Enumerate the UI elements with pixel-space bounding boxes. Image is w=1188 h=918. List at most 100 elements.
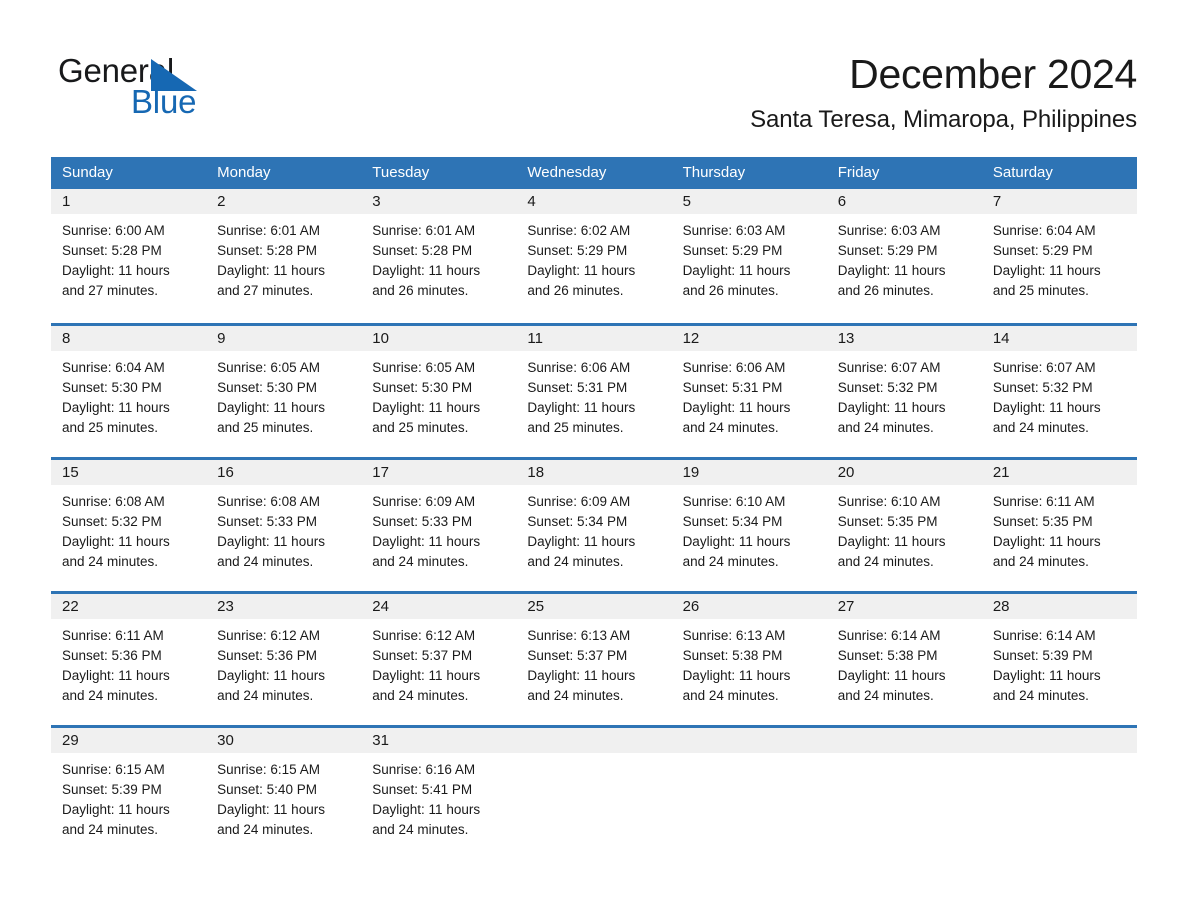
day-number: 9 (217, 330, 226, 347)
day-cell[interactable]: 10 Sunrise: 6:05 AM Sunset: 5:30 PM Dayligh… (361, 326, 517, 445)
day-cell[interactable]: 20 Sunrise: 6:10 AM Sunset: 5:35 PM Dayligh… (826, 460, 982, 579)
day-cell[interactable]: 7 Sunrise: 6:04 AM Sunset: 5:29 PM Daylight… (981, 189, 1137, 311)
calendar-grid: Sunday Monday Tuesday Wednesday Thursday… (51, 157, 1137, 847)
day-cell[interactable]: 27 Sunrise: 6:14 AM Sunset: 5:38 PM Dayligh… (826, 594, 982, 713)
sunset-text: Sunset: 5:38 PM (682, 648, 783, 663)
day-cell[interactable]: 5 Sunrise: 6:03 AM Sunset: 5:29 PM Daylight… (671, 189, 827, 311)
sunrise-text: Sunrise: 6:01 AM (372, 223, 476, 238)
day-number-band: 4 (516, 189, 672, 214)
day-cell[interactable]: 13 Sunrise: 6:07 AM Sunset: 5:32 PM Dayligh… (826, 326, 982, 445)
day-number: 15 (62, 464, 79, 481)
sunset-text: Sunset: 5:28 PM (372, 243, 473, 258)
day-cell[interactable]: 31 Sunrise: 6:16 AM Sunset: 5:41 PM Dayligh… (361, 728, 517, 847)
day-number-band (671, 728, 827, 753)
daylight-text: Daylight: 11 hours and 24 minutes. (372, 534, 481, 569)
day-cell[interactable]: 2 Sunrise: 6:01 AM Sunset: 5:28 PM Daylight… (206, 189, 362, 311)
day-number: 5 (682, 193, 691, 210)
day-number: 13 (837, 330, 855, 347)
weekday-header-tuesday: Tuesday (372, 164, 430, 181)
day-cell[interactable]: 30 Sunrise: 6:15 AM Sunset: 5:40 PM Dayligh… (206, 728, 362, 847)
daylight-text: Daylight: 11 hours and 24 minutes. (217, 668, 325, 703)
day-details: Sunrise: 6:15 AM Sunset: 5:40 PM Daylight:… (206, 753, 361, 840)
sunrise-text: Sunrise: 6:09 AM (372, 494, 476, 509)
daylight-text: Daylight: 11 hours and 24 minutes. (217, 802, 325, 837)
day-details: Sunrise: 6:08 AM Sunset: 5:33 PM Daylight:… (206, 485, 361, 572)
sunrise-text: Sunrise: 6:05 AM (217, 360, 320, 375)
sunset-text: Sunset: 5:29 PM (992, 243, 1093, 258)
logo-text-blue: Blue (131, 83, 197, 120)
day-cell[interactable]: 18 Sunrise: 6:09 AM Sunset: 5:34 PM Dayligh… (516, 460, 672, 579)
day-cell[interactable]: 11 Sunrise: 6:06 AM Sunset: 5:31 PM Dayligh… (516, 326, 672, 445)
day-cell[interactable]: 26 Sunrise: 6:13 AM Sunset: 5:38 PM Dayligh… (671, 594, 827, 713)
daylight-text: Daylight: 11 hours and 24 minutes. (992, 668, 1101, 703)
day-cell[interactable]: 24 Sunrise: 6:12 AM Sunset: 5:37 PM Dayligh… (361, 594, 517, 713)
day-number: 25 (527, 598, 545, 615)
daylight-text: Daylight: 11 hours and 24 minutes. (682, 400, 791, 435)
sunrise-text: Sunrise: 6:01 AM (217, 223, 320, 238)
day-cell[interactable]: 28 Sunrise: 6:14 AM Sunset: 5:39 PM Dayligh… (981, 594, 1137, 713)
day-cell[interactable]: 25 Sunrise: 6:13 AM Sunset: 5:37 PM Dayligh… (516, 594, 672, 713)
day-cell[interactable]: 3 Sunrise: 6:01 AM Sunset: 5:28 PM Daylight… (361, 189, 517, 311)
day-number-band: 22 (51, 594, 207, 619)
day-cell[interactable]: 1 Sunrise: 6:00 AM Sunset: 5:28 PM Daylight… (51, 189, 207, 311)
sunrise-text: Sunrise: 6:11 AM (62, 628, 164, 643)
day-details: Sunrise: 6:01 AM Sunset: 5:28 PM Daylight:… (206, 214, 361, 301)
day-cell[interactable]: 16 Sunrise: 6:08 AM Sunset: 5:33 PM Dayligh… (206, 460, 362, 579)
sunrise-text: Sunrise: 6:12 AM (217, 628, 320, 643)
day-number-band (981, 728, 1137, 753)
sunrise-text: Sunrise: 6:10 AM (682, 494, 786, 509)
weekday-header-row: Sunday Monday Tuesday Wednesday Thursday… (51, 157, 1137, 189)
day-number-band: 15 (51, 460, 207, 485)
day-number: 12 (682, 330, 700, 347)
day-number: 3 (372, 193, 381, 210)
day-cell[interactable]: 21 Sunrise: 6:11 AM Sunset: 5:35 PM Dayligh… (981, 460, 1137, 579)
day-details: Sunrise: 6:07 AM Sunset: 5:32 PM Daylight:… (827, 351, 982, 438)
sunset-text: Sunset: 5:33 PM (372, 514, 473, 529)
day-number-band: 30 (206, 728, 362, 753)
sunset-text: Sunset: 5:32 PM (837, 380, 938, 395)
day-number: 2 (217, 193, 226, 210)
day-cell[interactable]: 23 Sunrise: 6:12 AM Sunset: 5:36 PM Dayligh… (206, 594, 362, 713)
daylight-text: Daylight: 11 hours and 24 minutes. (527, 534, 636, 569)
page-header: General Blue December 2024 Santa Teresa,… (0, 0, 1188, 155)
daylight-text: Daylight: 11 hours and 24 minutes. (62, 802, 170, 837)
sunrise-text: Sunrise: 6:16 AM (372, 762, 476, 777)
sunset-text: Sunset: 5:38 PM (837, 648, 938, 663)
day-number-band: 20 (826, 460, 982, 485)
day-cell[interactable]: 9 Sunrise: 6:05 AM Sunset: 5:30 PM Daylight… (206, 326, 362, 445)
week-row: 22 Sunrise: 6:11 AM Sunset: 5:36 PM Dayligh… (51, 591, 1137, 713)
sunset-text: Sunset: 5:36 PM (62, 648, 162, 663)
day-cell-empty (516, 728, 672, 847)
sunset-text: Sunset: 5:35 PM (837, 514, 938, 529)
sunset-text: Sunset: 5:41 PM (372, 782, 473, 797)
day-cell[interactable]: 14 Sunrise: 6:07 AM Sunset: 5:32 PM Dayligh… (981, 326, 1137, 445)
sunrise-text: Sunrise: 6:03 AM (837, 223, 941, 238)
daylight-text: Daylight: 11 hours and 24 minutes. (837, 400, 946, 435)
day-number-band: 2 (206, 189, 362, 214)
day-cell[interactable]: 4 Sunrise: 6:02 AM Sunset: 5:29 PM Daylight… (516, 189, 672, 311)
daylight-text: Daylight: 11 hours and 26 minutes. (682, 263, 791, 298)
day-cell[interactable]: 15 Sunrise: 6:08 AM Sunset: 5:32 PM Dayligh… (51, 460, 207, 579)
day-number-band: 19 (671, 460, 827, 485)
sunset-text: Sunset: 5:37 PM (527, 648, 628, 663)
sunset-text: Sunset: 5:34 PM (527, 514, 628, 529)
daylight-text: Daylight: 11 hours and 25 minutes. (372, 400, 481, 435)
day-cell[interactable]: 12 Sunrise: 6:06 AM Sunset: 5:31 PM Dayligh… (671, 326, 827, 445)
day-number: 30 (217, 732, 234, 749)
sunrise-text: Sunrise: 6:06 AM (527, 360, 631, 375)
day-cell[interactable]: 8 Sunrise: 6:04 AM Sunset: 5:30 PM Daylight… (51, 326, 207, 445)
day-number-band: 8 (51, 326, 207, 351)
day-number-band: 10 (361, 326, 517, 351)
day-cell[interactable]: 29 Sunrise: 6:15 AM Sunset: 5:39 PM Dayligh… (51, 728, 207, 847)
day-details: Sunrise: 6:00 AM Sunset: 5:28 PM Daylight:… (51, 214, 206, 301)
weekday-header-saturday: Saturday (992, 164, 1053, 181)
day-cell[interactable]: 6 Sunrise: 6:03 AM Sunset: 5:29 PM Daylight… (826, 189, 982, 311)
daylight-text: Daylight: 11 hours and 25 minutes. (217, 400, 325, 435)
day-number-band: 5 (671, 189, 827, 214)
day-cell[interactable]: 19 Sunrise: 6:10 AM Sunset: 5:34 PM Dayligh… (671, 460, 827, 579)
day-cell[interactable]: 17 Sunrise: 6:09 AM Sunset: 5:33 PM Dayligh… (361, 460, 517, 579)
sunrise-text: Sunrise: 6:03 AM (682, 223, 786, 238)
daylight-text: Daylight: 11 hours and 27 minutes. (62, 263, 170, 298)
day-cell[interactable]: 22 Sunrise: 6:11 AM Sunset: 5:36 PM Dayligh… (51, 594, 207, 713)
day-number: 22 (62, 598, 79, 615)
